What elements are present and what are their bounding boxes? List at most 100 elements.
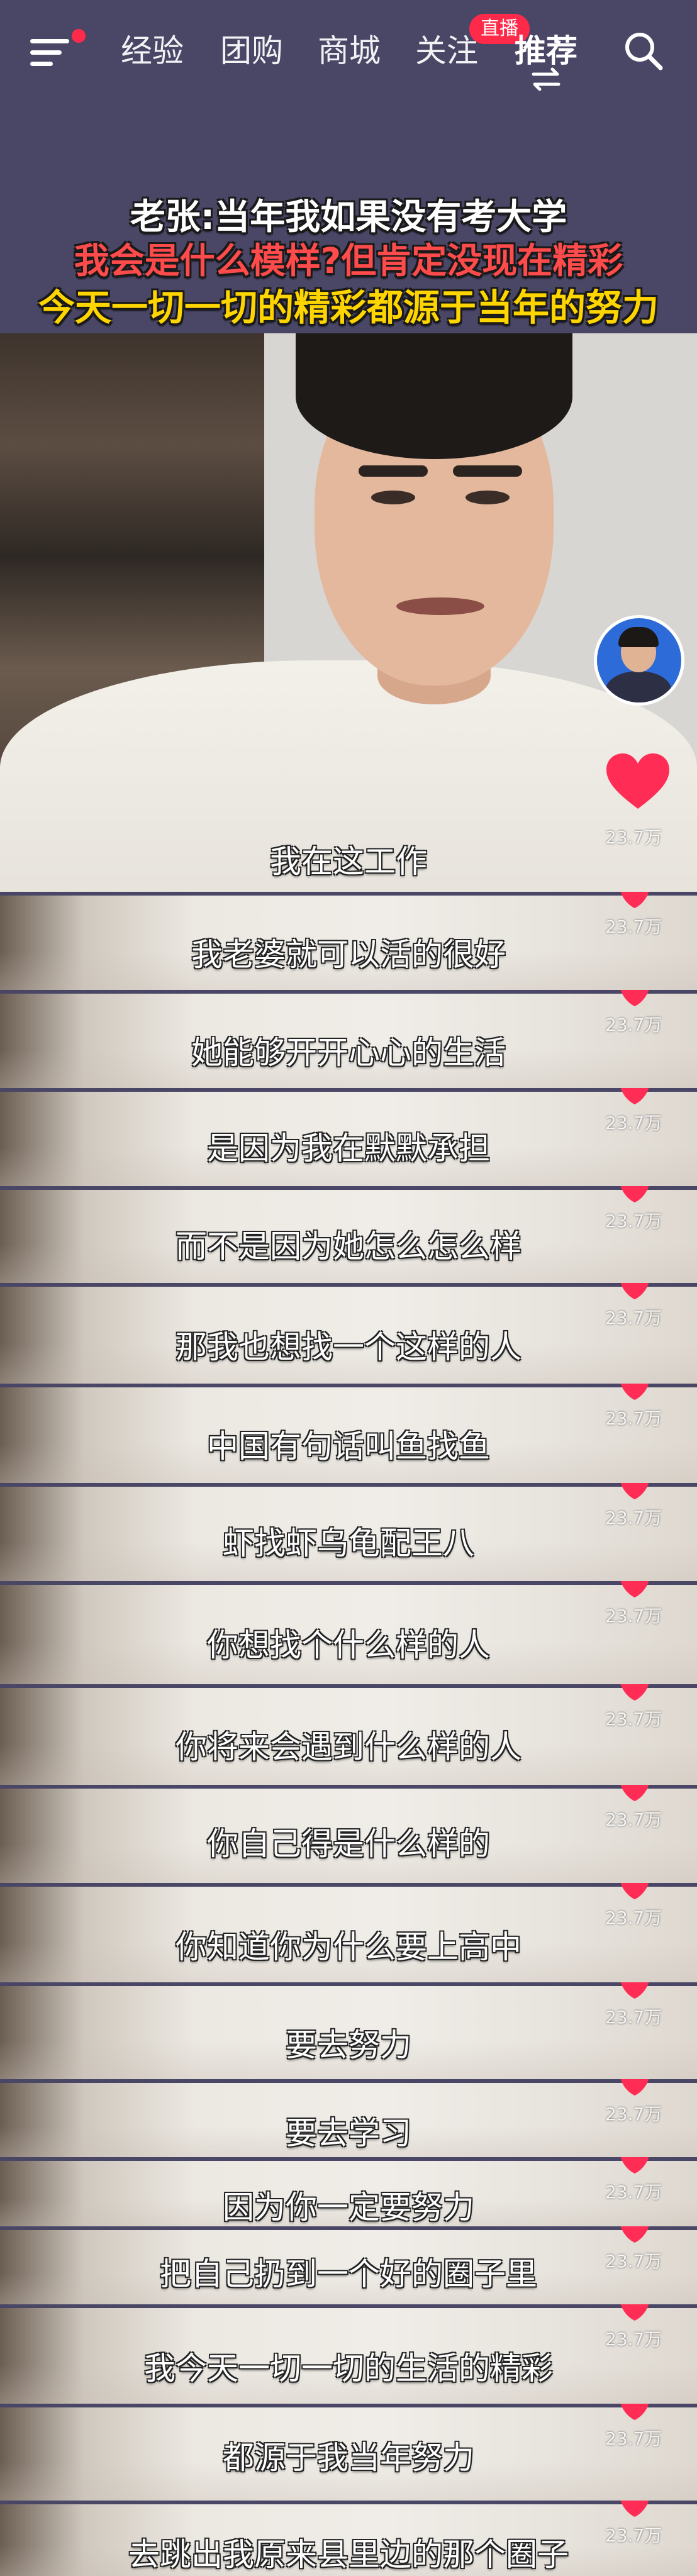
subtitle-text: 因为你一定要努力 <box>223 2189 474 2226</box>
video-title-banner: 老张:当年我如果没有考大学 我会是什么模样?但肯定没现在精彩 今天一切一切的精彩… <box>0 101 697 333</box>
speaker-eye <box>466 491 510 504</box>
title-line-1: 老张:当年我如果没有考大学 <box>130 197 567 238</box>
frame-separator <box>0 990 697 994</box>
menu-bar-line <box>30 39 69 43</box>
video-frame-strip[interactable]: 23.7万 要去努力 <box>0 1982 697 2079</box>
avatar-hair <box>618 627 659 647</box>
notification-dot-icon <box>72 29 86 43</box>
subtitle-text: 都源于我当年努力 <box>223 2440 474 2476</box>
menu-icon[interactable] <box>30 29 86 70</box>
heart-icon[interactable] <box>619 990 650 1006</box>
frame-separator <box>0 2304 697 2308</box>
heart-icon[interactable] <box>619 2501 650 2517</box>
heart-icon[interactable] <box>619 1684 650 1701</box>
heart-icon[interactable] <box>619 1483 650 1499</box>
video-frame-main[interactable]: 我在这工作 <box>0 333 697 892</box>
frame-separator <box>0 1186 697 1190</box>
frame-separator <box>0 1384 697 1387</box>
tab-group-buy[interactable]: 团购 <box>220 29 283 73</box>
frame-separator <box>0 2157 697 2161</box>
video-frame-strip[interactable]: 23.7万 中国有句话叫鱼找鱼 <box>0 1384 697 1483</box>
frame-separator <box>0 1982 697 1986</box>
heart-icon[interactable] <box>619 1088 650 1104</box>
video-frame-strip[interactable]: 23.7万 她能够开开心心的生活 <box>0 990 697 1088</box>
subtitle-text: 我今天一切一切的生活的精彩 <box>144 2350 553 2387</box>
video-frame-strip[interactable]: 23.7万 虾找虾乌龟配王八 <box>0 1483 697 1581</box>
frame-separator <box>0 1483 697 1487</box>
video-frame-strip[interactable]: 23.7万 我今天一切一切的生活的精彩 <box>0 2304 697 2404</box>
subtitle-text: 要去学习 <box>286 2115 411 2151</box>
subtitle-text: 你将来会遇到什么样的人 <box>176 1729 521 1765</box>
heart-icon[interactable] <box>619 1283 650 1299</box>
speaker-mouth <box>396 597 484 615</box>
video-frame-strip[interactable]: 23.7万 那我也想找一个这样的人 <box>0 1283 697 1384</box>
frame-separator <box>0 1088 697 1092</box>
heart-icon[interactable] <box>619 2157 650 2174</box>
frame-separator <box>0 1684 697 1688</box>
heart-icon[interactable] <box>619 1581 650 1597</box>
frame-separator <box>0 2404 697 2407</box>
speaker-eyebrow <box>359 465 428 477</box>
subtitle-text: 而不是因为她怎么怎么样 <box>176 1228 521 1265</box>
video-frame-strip[interactable]: 23.7万 把自己扔到一个好的圈子里 <box>0 2226 697 2304</box>
subtitle-text: 我在这工作 <box>270 843 427 880</box>
avatar-suit <box>606 671 671 702</box>
tab-mall[interactable]: 商城 <box>318 29 381 73</box>
heart-icon[interactable] <box>619 1982 650 1999</box>
menu-bar-line <box>30 62 53 66</box>
frame-separator <box>0 2079 697 2083</box>
speaker-eyebrow <box>453 465 522 477</box>
creator-avatar[interactable] <box>594 615 684 706</box>
top-navigation-bar: 经验 团购 商城 关注 直播 推荐 <box>0 0 697 101</box>
video-frame-strip[interactable]: 23.7万 去跳出我原来县里边的那个圈子 <box>0 2501 697 2576</box>
subtitle-text: 那我也想找一个这样的人 <box>176 1329 521 1365</box>
frame-separator <box>0 2501 697 2504</box>
speaker-eye <box>371 491 415 504</box>
frame-separator <box>0 2226 697 2230</box>
video-frame-strip[interactable]: 23.7万 而不是因为她怎么怎么样 <box>0 1186 697 1283</box>
frame-separator <box>0 1581 697 1585</box>
tab-following[interactable]: 关注 <box>415 29 478 73</box>
subtitle-text: 你知道你为什么要上高中 <box>176 1929 521 1965</box>
search-icon[interactable] <box>623 30 664 72</box>
frame-separator <box>0 892 697 896</box>
subtitle-text: 你自己得是什么样的 <box>207 1826 490 1862</box>
video-frame-strip[interactable]: 23.7万 都源于我当年努力 <box>0 2404 697 2501</box>
title-line-2: 我会是什么模样?但肯定没现在精彩 <box>74 241 623 282</box>
heart-icon[interactable] <box>619 1186 650 1202</box>
video-frame-strip[interactable]: 23.7万 你想找个什么样的人 <box>0 1581 697 1684</box>
heart-icon[interactable] <box>619 892 650 908</box>
frame-separator <box>0 1283 697 1287</box>
video-frame-strip[interactable]: 23.7万 你自己得是什么样的 <box>0 1785 697 1883</box>
video-frame-strip[interactable]: 23.7万 因为你一定要努力 <box>0 2157 697 2226</box>
title-line-3: 今天一切一切的精彩都源于当年的努力 <box>38 286 659 329</box>
frame-separator <box>0 1785 697 1789</box>
video-frame-strip[interactable]: 23.7万 是因为我在默默承担 <box>0 1088 697 1186</box>
subtitle-text: 去跳出我原来县里边的那个圈子 <box>128 2536 569 2573</box>
speaker-hair <box>296 333 572 459</box>
heart-icon[interactable] <box>619 1883 650 1899</box>
menu-bar-line <box>30 50 62 55</box>
heart-icon[interactable] <box>619 1785 650 1801</box>
heart-icon[interactable] <box>619 2079 650 2096</box>
video-frame-strip[interactable]: 23.7万 你将来会遇到什么样的人 <box>0 1684 697 1785</box>
heart-icon[interactable] <box>619 2404 650 2420</box>
frame-separator <box>0 1883 697 1887</box>
like-count: 23.7万 <box>605 827 662 848</box>
heart-icon[interactable] <box>619 2226 650 2243</box>
subtitle-text: 是因为我在默默承担 <box>207 1130 490 1167</box>
subtitle-text: 要去努力 <box>286 2027 411 2063</box>
subtitle-text: 虾找虾乌龟配王八 <box>223 1525 474 1562</box>
subtitle-text: 她能够开开心心的生活 <box>191 1035 506 1071</box>
subtitle-text: 中国有句话叫鱼找鱼 <box>207 1428 490 1465</box>
subtitle-text: 把自己扔到一个好的圈子里 <box>160 2256 537 2292</box>
heart-icon[interactable] <box>619 1384 650 1400</box>
swap-icon[interactable] <box>528 67 564 92</box>
tab-experience[interactable]: 经验 <box>121 29 184 73</box>
video-frame-strip[interactable]: 23.7万 我老婆就可以活的很好 <box>0 892 697 990</box>
subtitle-text: 我老婆就可以活的很好 <box>191 936 506 973</box>
heart-icon[interactable] <box>619 2304 650 2321</box>
video-frame-strip[interactable]: 23.7万 要去学习 <box>0 2079 697 2157</box>
video-frame-strip[interactable]: 23.7万 你知道你为什么要上高中 <box>0 1883 697 1982</box>
heart-icon[interactable] <box>605 752 671 810</box>
